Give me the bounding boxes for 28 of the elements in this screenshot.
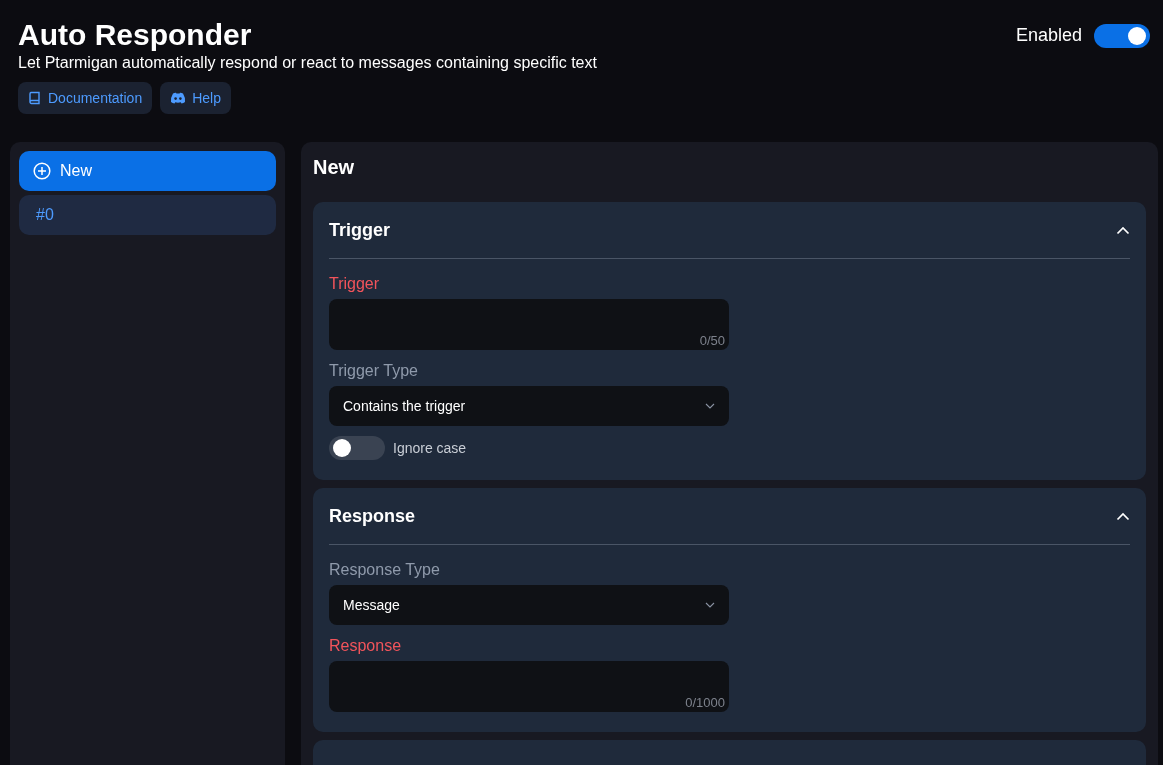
text-area-field[interactable]: 0/1000 bbox=[329, 661, 729, 712]
enabled-label: Enabled bbox=[1015, 24, 1082, 46]
field-label: Trigger Type bbox=[329, 362, 419, 380]
chevron-down-icon bbox=[705, 403, 715, 409]
documentation-link[interactable]: Documentation bbox=[18, 82, 153, 114]
toggle-label: Ignore case bbox=[393, 440, 467, 456]
field-label: Trigger bbox=[329, 275, 381, 293]
field-label: Response bbox=[329, 637, 403, 655]
page-title: Auto Responder bbox=[18, 17, 253, 53]
chevron-down-icon bbox=[705, 602, 715, 608]
dropdown-field[interactable]: Message bbox=[329, 585, 729, 625]
plus-circle-icon bbox=[33, 162, 51, 180]
editor-title: New bbox=[313, 155, 356, 180]
help-link[interactable]: Help bbox=[160, 82, 231, 114]
book-icon bbox=[28, 91, 42, 105]
field-label: Response Type bbox=[329, 561, 441, 579]
sidebar-item[interactable]: #0 bbox=[19, 195, 276, 235]
text-area-field[interactable]: 0/50 bbox=[329, 299, 729, 350]
section-title: Response bbox=[329, 505, 416, 527]
caret-icon[interactable] bbox=[1116, 225, 1130, 235]
caret-icon[interactable] bbox=[1116, 511, 1130, 521]
sidebar-item[interactable]: New bbox=[19, 151, 276, 191]
page-subtitle: Let Ptarmigan automatically respond or react to messages containing specific text bbox=[18, 54, 597, 72]
ignore-case-toggle[interactable] bbox=[329, 436, 385, 460]
dropdown-field[interactable]: Contains the trigger bbox=[329, 386, 729, 426]
section-title: Trigger bbox=[329, 219, 390, 241]
enabled-toggle[interactable] bbox=[1094, 24, 1150, 48]
game-controller-icon bbox=[170, 92, 187, 104]
